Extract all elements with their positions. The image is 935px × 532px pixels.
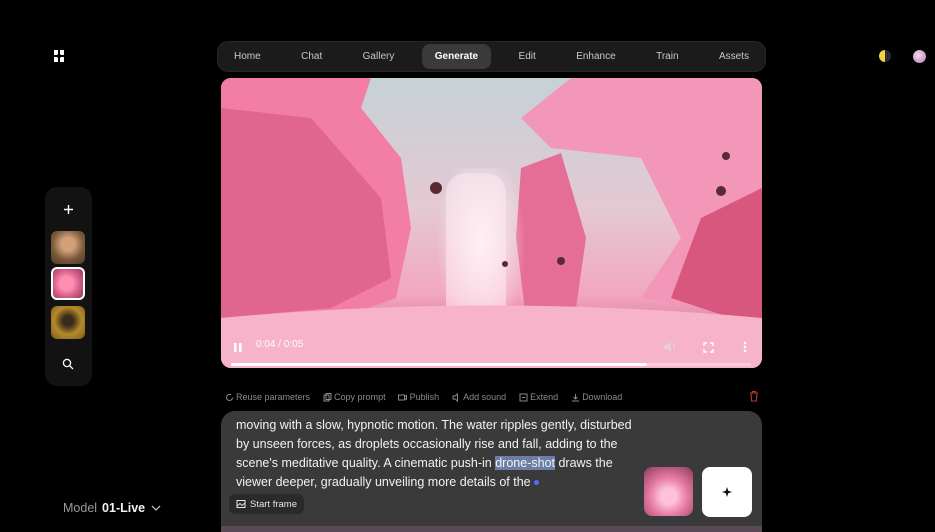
user-avatar[interactable] <box>913 50 926 63</box>
video-progress-bar[interactable] <box>231 363 751 366</box>
tab-assets[interactable]: Assets <box>706 44 762 69</box>
plus-icon <box>63 204 73 214</box>
pause-button[interactable] <box>231 340 245 354</box>
start-frame-thumbnail[interactable] <box>644 467 693 516</box>
selected-text: drone-shot <box>495 456 555 470</box>
video-time: 0:04 / 0:05 <box>256 339 304 350</box>
fullscreen-button[interactable] <box>701 340 715 354</box>
gallery-preview-strip <box>221 526 762 532</box>
video-player[interactable]: 0:04 / 0:05 <box>221 78 762 368</box>
history-thumbnail[interactable] <box>51 231 85 264</box>
history-thumbnail[interactable] <box>51 306 85 339</box>
more-icon <box>743 341 747 353</box>
history-sidebar <box>45 187 92 386</box>
start-frame-button[interactable]: Start frame <box>229 494 304 514</box>
prompt-textarea[interactable]: moving with a slow, hypnotic motion. The… <box>236 416 636 492</box>
theme-toggle-icon[interactable] <box>879 50 891 62</box>
extend-button[interactable]: Extend <box>518 392 558 402</box>
trash-icon[interactable] <box>748 390 760 402</box>
tab-generate[interactable]: Generate <box>421 44 492 69</box>
image-icon <box>236 500 246 508</box>
extend-icon <box>518 392 528 402</box>
tab-train[interactable]: Train <box>643 44 691 69</box>
more-options-button[interactable] <box>739 340 751 354</box>
history-thumbnail-selected[interactable] <box>51 267 85 300</box>
new-generation-button[interactable] <box>57 198 79 220</box>
generate-button[interactable] <box>702 467 752 517</box>
action-toolbar: Reuse parameters Copy prompt Publish Add… <box>224 390 764 404</box>
app-logo-icon[interactable] <box>52 49 66 63</box>
text-cursor <box>533 480 539 486</box>
volume-icon <box>664 342 675 352</box>
add-sound-button[interactable]: Add sound <box>451 392 506 402</box>
prompt-panel: moving with a slow, hypnotic motion. The… <box>221 411 762 532</box>
tab-home[interactable]: Home <box>221 44 274 69</box>
copy-prompt-button[interactable]: Copy prompt <box>322 392 386 402</box>
tab-enhance[interactable]: Enhance <box>563 44 628 69</box>
sound-icon <box>451 392 461 402</box>
volume-button[interactable] <box>662 340 678 354</box>
sparkle-icon <box>722 487 732 497</box>
pause-icon <box>234 342 242 352</box>
video-progress-fill <box>231 363 647 366</box>
top-nav: Home Chat Gallery Generate Edit Enhance … <box>217 41 766 72</box>
model-label: Model <box>63 501 98 515</box>
tab-edit[interactable]: Edit <box>506 44 549 69</box>
download-icon <box>570 392 580 402</box>
reuse-icon <box>224 392 234 402</box>
reuse-parameters-button[interactable]: Reuse parameters <box>224 392 310 402</box>
model-value: 01-Live <box>102 501 146 515</box>
copy-icon <box>322 392 332 402</box>
tab-chat[interactable]: Chat <box>288 44 335 69</box>
download-button[interactable]: Download <box>570 392 622 402</box>
publish-button[interactable]: Publish <box>398 392 439 402</box>
tab-gallery[interactable]: Gallery <box>350 44 408 69</box>
chevron-down-icon <box>151 505 161 511</box>
search-icon <box>62 358 74 370</box>
publish-icon <box>398 392 408 402</box>
video-frame <box>221 78 762 368</box>
search-button[interactable] <box>57 353 79 375</box>
fullscreen-icon <box>702 341 714 353</box>
model-selector[interactable]: Model 01-Live <box>63 501 161 515</box>
